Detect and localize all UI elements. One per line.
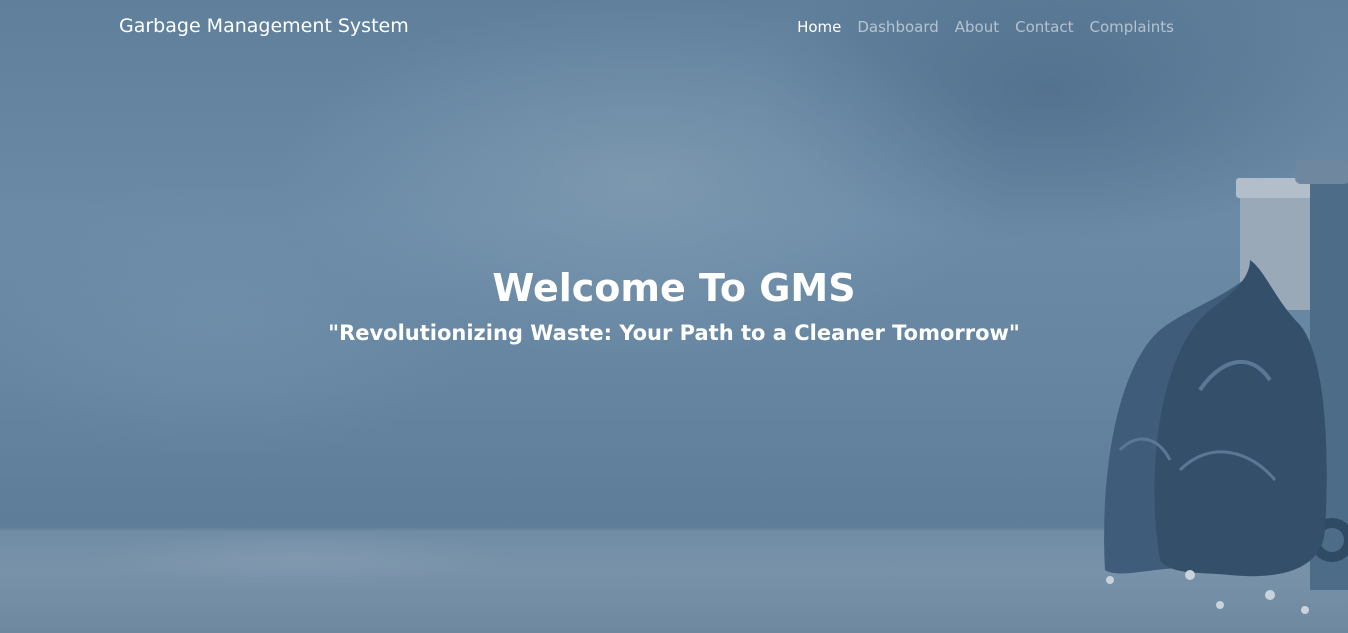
nav-dashboard-link[interactable]: Dashboard (857, 18, 938, 36)
hero-title: Welcome To GMS (492, 266, 856, 310)
nav-links: Home Dashboard About Contact Complaints (797, 17, 1174, 36)
nav-complaints-link[interactable]: Complaints (1089, 18, 1174, 36)
hero-section: Garbage Management System Home Dashboard… (0, 0, 1348, 633)
brand-link[interactable]: Garbage Management System (119, 15, 409, 37)
garbage-bags-and-bins-image (1104, 160, 1348, 614)
nav-contact-link[interactable]: Contact (1015, 18, 1073, 36)
nav-about-link[interactable]: About (955, 18, 999, 36)
top-navbar: Garbage Management System Home Dashboard… (0, 0, 1348, 56)
nav-home-link[interactable]: Home (797, 18, 841, 36)
hero-subtitle: "Revolutionizing Waste: Your Path to a C… (328, 321, 1020, 345)
